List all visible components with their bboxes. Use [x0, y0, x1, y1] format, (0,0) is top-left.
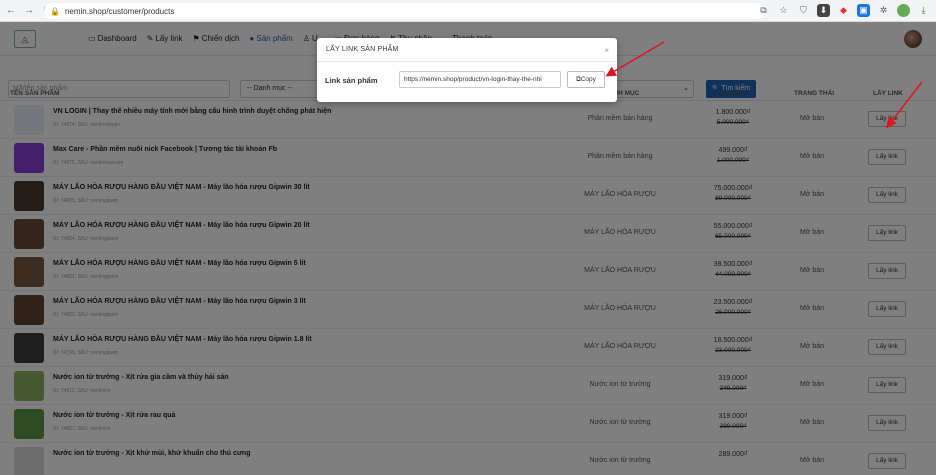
share-icon[interactable]: ⧉ — [757, 4, 770, 17]
shield-icon[interactable]: ⛉ — [797, 4, 810, 17]
extension-blue-icon[interactable]: ▣ — [857, 4, 870, 17]
close-icon[interactable]: × — [604, 46, 609, 55]
profile-icon[interactable] — [897, 4, 910, 17]
bookmark-star-icon[interactable]: ☆ — [777, 4, 790, 17]
browser-toolbar: ← → C 🔒 nemin.shop/customer/products ⧉ ☆… — [0, 0, 936, 22]
modal-divider — [317, 61, 617, 62]
downloads-icon[interactable]: ⤓ — [917, 4, 930, 17]
get-link-modal: LẤY LINK SẢN PHẨM × Link sản phẩm https:… — [317, 38, 617, 102]
link-label: Link sản phẩm — [325, 76, 378, 85]
copy-button[interactable]: ⧉Copy — [567, 71, 605, 88]
copy-button-label: Copy — [580, 76, 596, 83]
extension-red-icon[interactable]: ◆ — [837, 4, 850, 17]
puzzle-icon[interactable]: ✲ — [877, 4, 890, 17]
download-ext-icon[interactable]: ⬇ — [817, 4, 830, 17]
forward-icon[interactable]: → — [22, 4, 36, 18]
url-text: nemin.shop/customer/products — [64, 6, 175, 16]
lock-icon: 🔒 — [50, 6, 60, 16]
address-bar[interactable]: 🔒 nemin.shop/customer/products — [44, 3, 764, 19]
product-link-field[interactable]: https://nemin.shop/product/vn-login-thay… — [399, 71, 561, 88]
back-icon[interactable]: ← — [4, 4, 18, 18]
modal-title: LẤY LINK SẢN PHẨM — [326, 46, 399, 53]
